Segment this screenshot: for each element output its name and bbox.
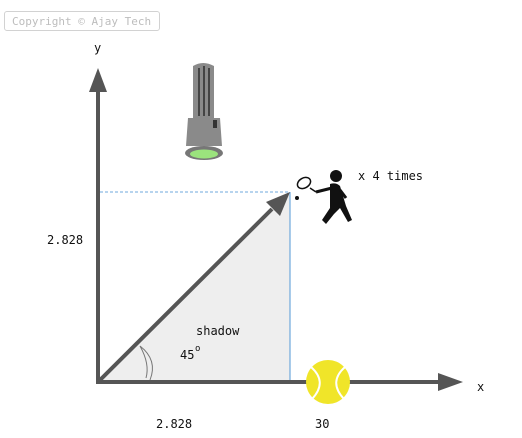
tennis-player-icon [295,170,352,224]
horizontal-value-label: 2.828 [156,417,192,431]
x-axis-label: x [477,380,484,394]
multiplier-label: x 4 times [358,169,423,183]
y-axis-label: y [94,41,101,55]
degree-symbol: o [195,344,200,354]
tennis-ball-icon [306,360,350,404]
ball-value-label: 30 [315,417,329,431]
angle-label: 45 [180,348,194,362]
flashlight-icon [185,63,223,160]
vector-diagram: y x 2.828 2.828 30 x 4 times shadow 45 o [47,41,484,431]
shadow-label: shadow [196,324,240,338]
y-axis [89,68,107,382]
vertical-value-label: 2.828 [47,233,83,247]
